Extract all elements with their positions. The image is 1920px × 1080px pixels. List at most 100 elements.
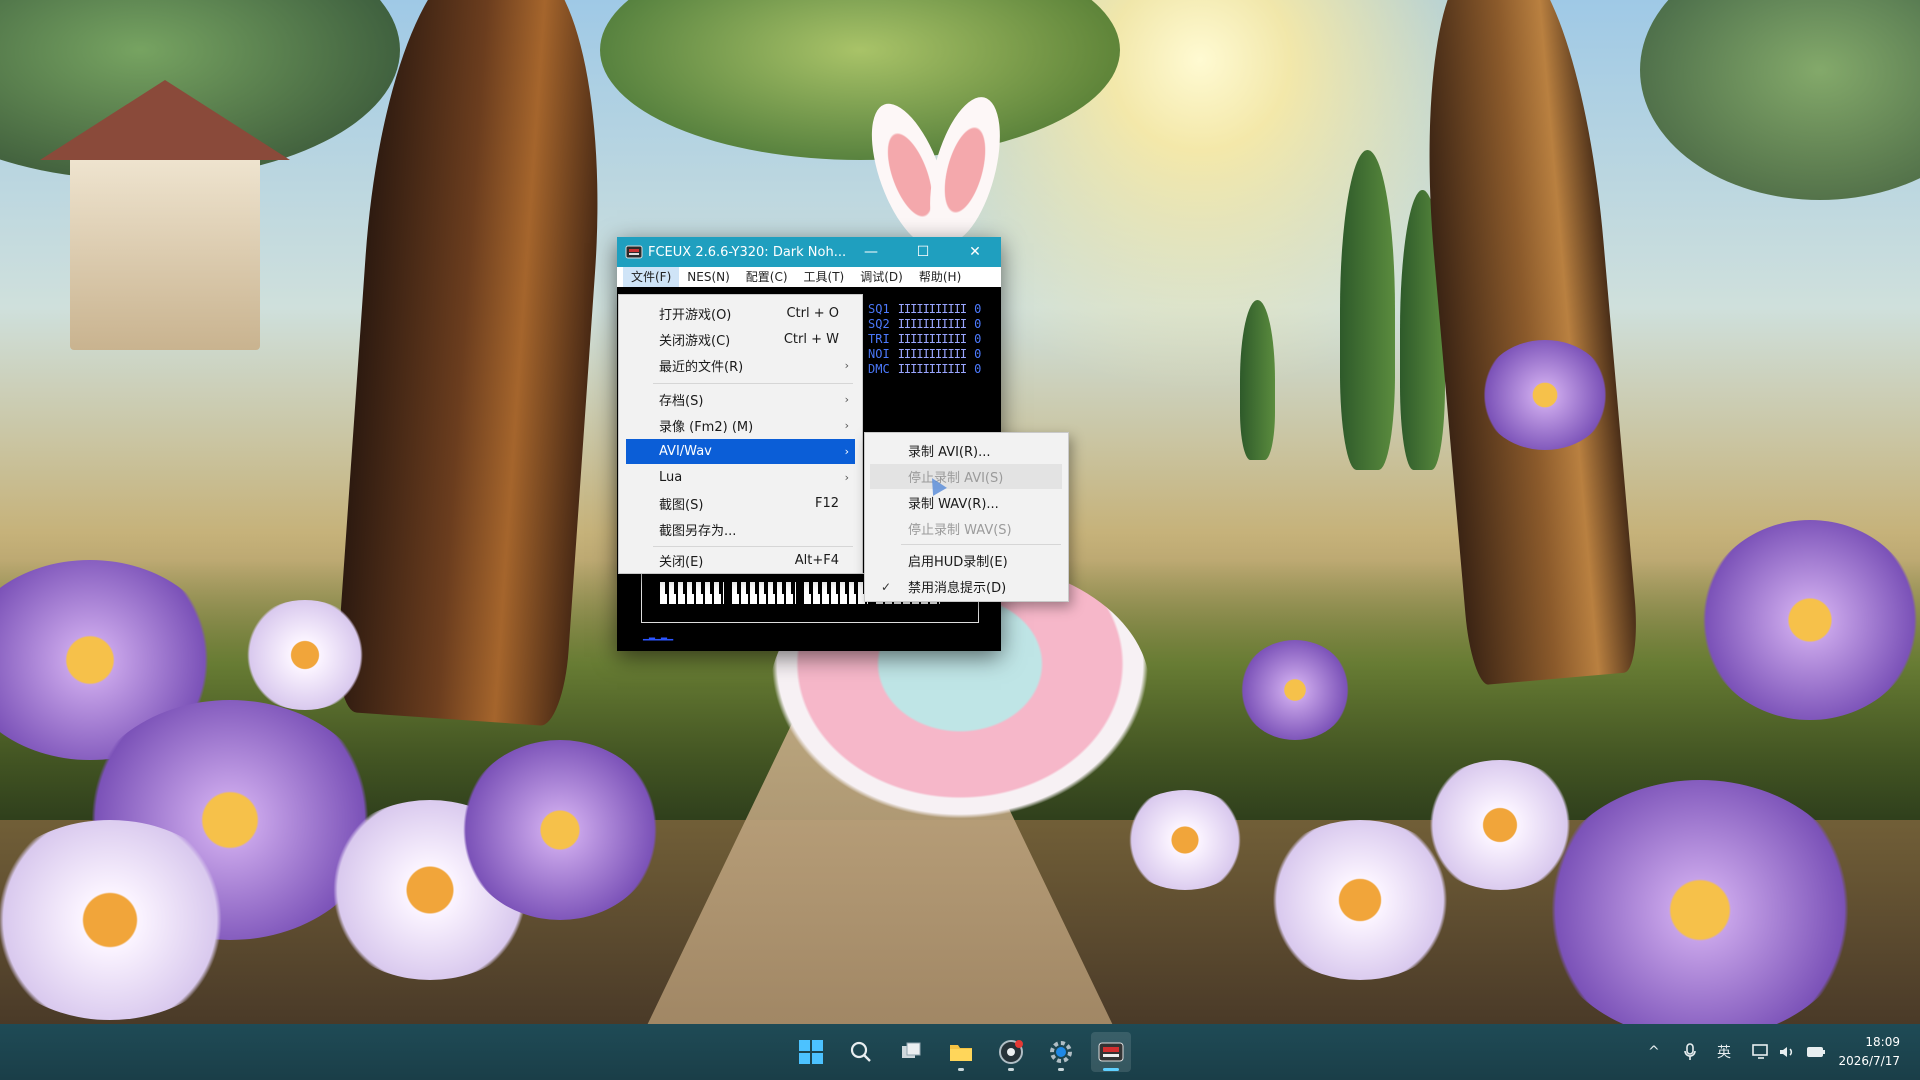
menu-item-label: 录制 WAV(R)...	[908, 497, 999, 512]
channel-name: NOI	[868, 347, 890, 361]
menu-item-label: 最近的文件(R)	[659, 360, 744, 375]
menu-movie[interactable]: 录像 (Fm2) (M) ›	[626, 413, 855, 438]
system-clock[interactable]: 18:09 2026/7/17	[1838, 1033, 1900, 1071]
sound-channel-row: SQ1 IIIIIIIIIII 0	[868, 302, 981, 316]
menu-item-shortcut: Ctrl + O	[786, 306, 839, 321]
menu-help[interactable]: 帮助(H)	[911, 267, 969, 287]
network-icon[interactable]	[1752, 1024, 1770, 1080]
menu-close-game[interactable]: 关闭游戏(C) Ctrl + W	[626, 327, 855, 352]
menu-record-wav[interactable]: 录制 WAV(R)...	[870, 490, 1062, 515]
fceux-icon[interactable]	[1091, 1032, 1131, 1072]
title-bar[interactable]: FCEUX 2.6.6-Y320: Dark Noh... — ☐ ✕	[617, 237, 1001, 267]
menu-exit[interactable]: 关闭(E) Alt+F4	[626, 548, 855, 573]
search-icon[interactable]	[841, 1032, 881, 1072]
white-flower	[1420, 760, 1580, 890]
media-player-icon[interactable]	[991, 1032, 1031, 1072]
menu-disable-messages[interactable]: ✓ 禁用消息提示(D)	[870, 574, 1062, 599]
menu-tools[interactable]: 工具(T)	[796, 267, 853, 287]
menu-item-shortcut: Alt+F4	[794, 553, 839, 568]
purple-flower	[460, 740, 660, 920]
channel-volume-bars: IIIIIIIIIII	[897, 362, 967, 376]
channel-volume-bars: IIIIIIIIIII	[897, 332, 967, 346]
menu-recent-files[interactable]: 最近的文件(R) ›	[626, 353, 855, 378]
fceux-app-icon	[625, 245, 643, 259]
submenu-arrow-icon: ›	[844, 471, 849, 484]
menu-item-label: 截图另存为...	[659, 524, 737, 539]
cypress-tree	[1340, 150, 1395, 470]
menu-screenshot-as[interactable]: 截图另存为...	[626, 517, 855, 542]
sound-channel-row: NOI IIIIIIIIIII 0	[868, 347, 981, 361]
submenu-arrow-icon: ›	[844, 393, 849, 406]
avi-wav-submenu: 录制 AVI(R)... 停止录制 AVI(S) 录制 WAV(R)... 停止…	[864, 432, 1069, 602]
menu-separator	[901, 544, 1061, 545]
menu-stop-avi[interactable]: 停止录制 AVI(S)	[870, 464, 1062, 489]
menu-file[interactable]: 文件(F)	[623, 267, 680, 287]
menu-nes[interactable]: NES(N)	[679, 267, 738, 287]
purple-flower	[1700, 520, 1920, 720]
tree-canopy-right	[1640, 0, 1920, 200]
channel-value: 0	[974, 332, 982, 346]
white-flower	[1120, 790, 1250, 890]
menu-savestate[interactable]: 存档(S) ›	[626, 387, 855, 412]
volume-icon[interactable]	[1778, 1024, 1796, 1080]
channel-volume-bars: IIIIIIIIIII	[897, 317, 967, 331]
menu-item-label: 停止录制 AVI(S)	[908, 471, 1004, 486]
minimize-button[interactable]: —	[845, 237, 897, 267]
channel-name: SQ1	[868, 302, 890, 316]
cypress-tree	[1240, 300, 1275, 460]
piano-octave	[732, 582, 796, 604]
piano-octave	[660, 582, 724, 604]
menu-record-avi[interactable]: 录制 AVI(R)...	[870, 438, 1062, 463]
menu-debug[interactable]: 调试(D)	[852, 267, 911, 287]
channel-value: 0	[974, 347, 982, 361]
check-icon: ✓	[881, 579, 892, 594]
menu-avi-wav[interactable]: AVI/Wav ›	[626, 439, 855, 464]
task-view-icon[interactable]	[891, 1032, 931, 1072]
settings-gear-icon[interactable]	[1041, 1032, 1081, 1072]
menu-item-label: 录像 (Fm2) (M)	[659, 420, 754, 435]
sound-channel-row: DMC IIIIIIIIIII 0	[868, 362, 981, 376]
channel-value: 0	[974, 302, 982, 316]
purple-flower	[1480, 340, 1610, 450]
menu-item-label: 禁用消息提示(D)	[908, 581, 1007, 596]
tray-overflow-chevron[interactable]: ^	[1648, 1024, 1660, 1080]
white-flower	[0, 820, 240, 1020]
channel-value: 0	[974, 362, 982, 376]
purple-flower	[1540, 780, 1860, 1024]
menu-lua[interactable]: Lua ›	[626, 465, 855, 490]
menu-separator	[653, 546, 853, 547]
menu-item-label: 存档(S)	[659, 394, 704, 409]
menu-item-label: 截图(S)	[659, 498, 704, 513]
file-explorer-icon[interactable]	[941, 1032, 981, 1072]
channel-volume-bars: IIIIIIIIIII	[897, 347, 967, 361]
cottage	[40, 80, 290, 350]
windows-start-icon[interactable]	[791, 1032, 831, 1072]
menu-config[interactable]: 配置(C)	[738, 267, 796, 287]
sound-channel-row: SQ2 IIIIIIIIIII 0	[868, 317, 981, 331]
menu-stop-wav[interactable]: 停止录制 WAV(S)	[870, 516, 1062, 541]
menu-item-label: Lua	[659, 470, 683, 485]
channel-value: 0	[974, 317, 982, 331]
menu-enable-hud-recording[interactable]: 启用HUD录制(E)	[870, 548, 1062, 573]
close-button[interactable]: ✕	[949, 237, 1001, 267]
piano-octave	[804, 582, 868, 604]
channel-volume-bars: IIIIIIIIIII	[897, 302, 967, 316]
menu-screenshot[interactable]: 截图(S) F12	[626, 491, 855, 516]
purple-flower	[1240, 640, 1350, 740]
maximize-button[interactable]: ☐	[897, 237, 949, 267]
ime-indicator[interactable]: 英	[1717, 1024, 1731, 1080]
menu-item-label: 启用HUD录制(E)	[908, 555, 1008, 570]
menu-item-shortcut: Ctrl + W	[783, 332, 839, 347]
white-flower	[240, 600, 370, 710]
menu-item-label: 打开游戏(O)	[659, 308, 732, 323]
channel-name: DMC	[868, 362, 890, 376]
channel-name: SQ2	[868, 317, 890, 331]
clock-time: 18:09	[1865, 1035, 1900, 1049]
clock-date: 2026/7/17	[1838, 1054, 1900, 1068]
microphone-icon[interactable]	[1683, 1024, 1697, 1080]
taskbar: ^ 英 18:09 2026/7/17	[0, 1024, 1920, 1080]
menu-open-game[interactable]: 打开游戏(O) Ctrl + O	[626, 301, 855, 326]
menu-item-shortcut: F12	[814, 496, 839, 511]
battery-icon[interactable]	[1806, 1024, 1826, 1080]
tree-canopy-center	[600, 0, 1120, 160]
